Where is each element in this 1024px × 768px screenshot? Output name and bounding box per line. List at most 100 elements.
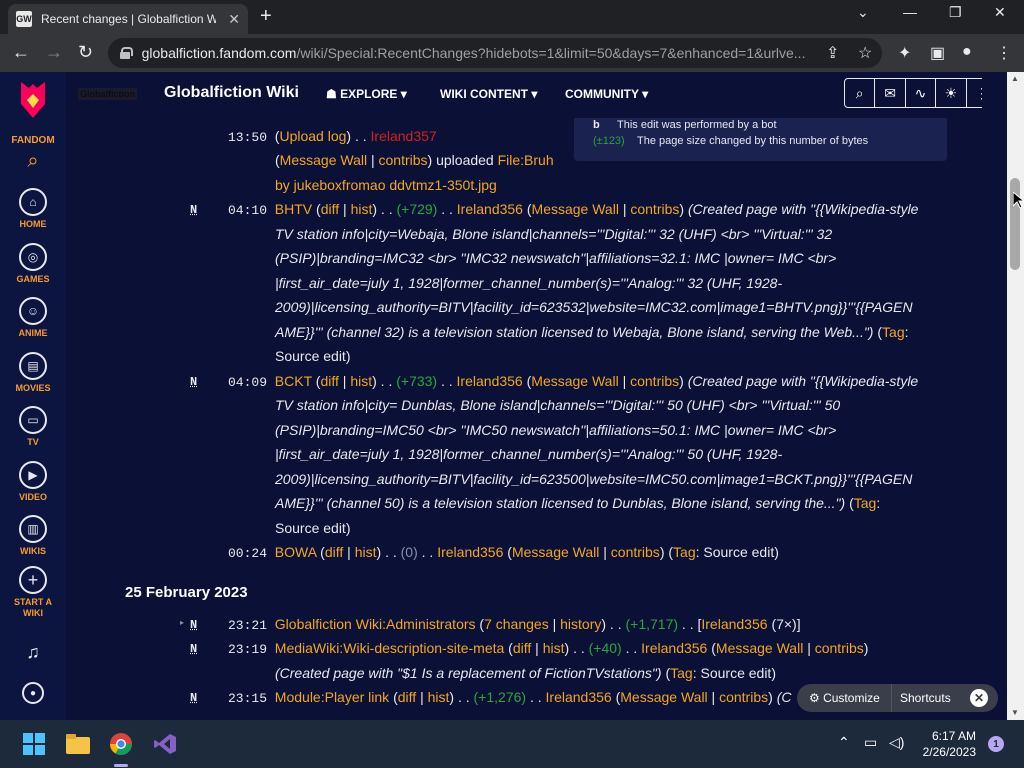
message-wall-link[interactable]: Message Wall [532,201,619,217]
chrome-icon[interactable] [107,730,135,758]
rail-search[interactable]: ⌕ [0,150,66,173]
contribs-link[interactable]: contribs [719,689,768,705]
back-arrow-icon[interactable]: ← [12,42,30,63]
forward-arrow-icon[interactable]: → [45,42,63,63]
nav-community[interactable]: COMMUNITY ▾ [565,87,648,101]
contribs-link[interactable]: contribs [630,201,679,217]
page-link[interactable]: BHTV [275,201,312,217]
network-icon[interactable]: ▭ [864,734,877,751]
notifications-bell[interactable]: ♫ [0,642,66,663]
minimize-button[interactable]: — [903,4,917,20]
message-wall-link[interactable]: Message Wall [280,152,367,168]
diff-link[interactable]: diff [321,201,339,217]
upload-log-link[interactable]: Upload log [279,128,346,144]
diff-link[interactable]: diff [513,640,531,656]
shortcuts-button[interactable]: Shortcuts [892,691,970,705]
changes-link[interactable]: 7 changes [484,616,549,632]
page-link[interactable]: Module:Player link [275,689,389,705]
hist-link[interactable]: hist [543,640,565,656]
address-bar[interactable]: globalfiction.fandom.com /wiki/Special:R… [108,38,882,68]
lock-icon[interactable] [120,47,133,59]
fandom-logo-icon[interactable] [17,80,49,120]
wiki-wordmark[interactable]: Globalfiction [78,88,137,100]
file-link-cont[interactable]: by jukeboxfromao ddvtmz1-350t.jpg [275,177,497,193]
rail-item-home[interactable]: ⌂ HOME [0,188,66,230]
expand-arrow-icon[interactable]: ▸ [180,618,184,627]
file-explorer-icon[interactable] [64,730,92,758]
user-link[interactable]: Ireland357 [371,128,437,144]
rail-item-wikis[interactable]: ▥ WIKIS [0,515,66,557]
start-windows-icon[interactable] [20,730,48,758]
tag-link[interactable]: Tag [882,324,905,340]
extensions-puzzle-icon[interactable]: ✦ [898,43,911,63]
message-wall-link[interactable]: Message Wall [716,640,803,656]
message-wall-link[interactable]: Message Wall [531,373,618,389]
profile-avatar-icon[interactable]: ● [962,43,972,61]
browser-tab[interactable]: GW Recent changes | Globalfiction Wiki ✕ [8,4,248,34]
hist-link[interactable]: hist [428,689,450,705]
user-link[interactable]: Ireland356 [437,544,503,560]
new-tab-button[interactable]: + [260,5,272,28]
nav-explore[interactable]: ☗ EXPLORE ▾ [326,87,407,101]
contribs-link[interactable]: contribs [611,544,660,560]
scroll-up-icon[interactable]: ▲ [1011,74,1019,83]
visual-studio-icon[interactable] [151,730,179,758]
page-link[interactable]: MediaWiki:Wiki-description-site-meta [275,640,505,656]
tab-close-icon[interactable]: ✕ [228,11,240,28]
activity-icon[interactable]: ∿ [906,79,937,107]
user-link[interactable]: Ireland356 [641,640,707,656]
contribs-link[interactable]: contribs [815,640,864,656]
message-wall-link[interactable]: Message Wall [512,544,599,560]
page-link[interactable]: BCKT [275,373,312,389]
rail-item-games[interactable]: ◎ GAMES [0,243,66,285]
tag-link[interactable]: Tag [673,544,696,560]
search-icon[interactable]: ⌕ [845,79,876,107]
wiki-name[interactable]: Globalfiction Wiki [164,84,299,102]
fandom-brand[interactable]: FANDOM [0,132,66,146]
maximize-button[interactable]: ❐ [949,4,962,21]
browser-menu-icon[interactable]: ⋮ [996,43,1012,63]
diff-link[interactable]: diff [325,544,343,560]
side-panel-icon[interactable]: ▣ [930,43,945,63]
discussions-icon[interactable]: ✉ [875,79,906,107]
user-account[interactable]: ● [0,682,66,704]
theme-toggle-icon[interactable]: ☀ [936,79,967,107]
user-link[interactable]: Ireland356 [546,689,612,705]
diff-link[interactable]: diff [320,373,338,389]
customize-button[interactable]: ⚙ Customize [797,691,891,705]
contribs-link[interactable]: contribs [630,373,679,389]
tray-overflow-chevron-icon[interactable]: ⌃ [838,734,850,751]
rail-item-movies[interactable]: ▤ MOVIES [0,352,66,394]
tag-link[interactable]: Tag [670,665,693,681]
rail-item-tv[interactable]: ▭ TV [0,406,66,448]
hist-link[interactable]: hist [350,373,372,389]
hist-link[interactable]: hist [351,201,373,217]
contribs-link[interactable]: contribs [379,152,428,168]
rail-item-anime[interactable]: ☺ ANIME [0,297,66,339]
hist-link[interactable]: hist [355,544,377,560]
notification-badge[interactable]: 1 [988,736,1004,752]
rail-item-video[interactable]: ▶ VIDEO [0,461,66,503]
system-clock[interactable]: 6:17 AM 2/26/2023 [910,728,976,760]
bookmark-star-icon[interactable]: ☆ [858,43,872,63]
message-wall-link[interactable]: Message Wall [620,689,707,705]
rail-item-start-a-wiki[interactable]: + START A WIKI [0,566,66,619]
window-close-button[interactable]: ✕ [994,4,1006,21]
user-link[interactable]: Ireland356 [457,373,523,389]
history-link[interactable]: history [560,616,601,632]
page-link[interactable]: BOWA [275,544,317,560]
page-link[interactable]: Globalfiction Wiki:Administrators [275,616,476,632]
tag-link[interactable]: Tag [854,495,877,511]
reload-icon[interactable]: ↻ [78,42,93,63]
user-link[interactable]: Ireland356 [701,616,767,632]
diff-link[interactable]: diff [398,689,416,705]
user-link[interactable]: Ireland356 [457,201,523,217]
close-toolbar-icon[interactable]: ✕ [970,689,988,707]
file-link[interactable]: File:Bruh [498,152,554,168]
share-icon[interactable]: ⇪ [826,43,839,63]
scroll-down-icon[interactable]: ▼ [1011,708,1019,717]
tab-search-icon[interactable]: ⌄ [857,4,869,21]
page-scrollbar[interactable]: ▲ ▼ [1007,72,1024,720]
search-icon[interactable]: ⌕ [0,150,66,173]
nav-wiki-content[interactable]: WIKI CONTENT ▾ [440,87,537,101]
